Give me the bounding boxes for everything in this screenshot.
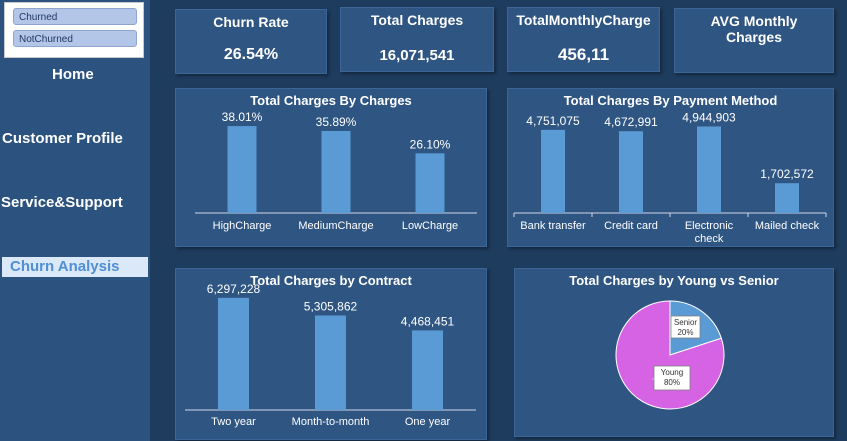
category-label-mediumcharge: MediumCharge — [298, 220, 373, 232]
bar-highcharge — [227, 126, 257, 213]
chart-card-young-senior: Total Charges by Young vs Senior Senior 2… — [514, 268, 834, 437]
pie-label-name-senior: Senior — [674, 318, 697, 327]
pie-label-value-young: 80% — [664, 378, 680, 387]
bar-two-year — [218, 297, 249, 410]
kpi-churn-rate-value: 26.54% — [223, 46, 279, 63]
bar-mediumcharge — [321, 130, 351, 213]
churn-slicer: Churned NotChurned — [4, 2, 144, 58]
kpi-churn-rate-title: Churn Rate — [213, 14, 289, 30]
chart-card-by-charges: Total Charges By Charges 38.01% HighCharg… — [175, 88, 487, 247]
nav-home[interactable]: Home — [52, 66, 94, 83]
chart-young-senior: Senior20% Young80% — [615, 300, 725, 410]
nav-churn-analysis[interactable]: Churn Analysis — [2, 257, 148, 277]
chart-card-by-payment: Total Charges By Payment Method 4,751,07… — [507, 88, 834, 247]
data-label-two-year: 6,297,228 — [207, 282, 261, 296]
slicer-item-notchurned[interactable]: NotChurned — [13, 30, 137, 47]
data-label-month-to-month: 5,305,862 — [304, 299, 358, 313]
slicer-item-churned[interactable]: Churned — [13, 8, 137, 25]
data-label-electronic-check: 4,944,903 — [682, 110, 736, 124]
chart-by-charges: 38.01% HighCharge 35.89% MediumCharge 26.10%… — [195, 110, 477, 232]
data-label-lowcharge: 26.10% — [410, 137, 451, 151]
bar-lowcharge — [415, 153, 445, 213]
bar-month-to-month — [315, 315, 346, 410]
bar-bank-transfer — [541, 129, 565, 213]
bar-electronic-check — [697, 126, 721, 213]
pie-label-name-young: Young — [661, 368, 683, 377]
kpi-card-total-monthly-charge: TotalMonthlyCharge 456,11 — [507, 7, 660, 72]
kpi-card-avg-monthly-charges: AVG Monthly Charges — [674, 8, 834, 73]
kpi-avg-monthly-title-line2: Charges — [725, 29, 783, 45]
category-label-electronic-check: check — [695, 233, 724, 245]
nav-service-support[interactable]: Service&Support — [1, 194, 123, 211]
pie-label-value-senior: 20% — [677, 328, 693, 337]
kpi-card-churn-rate: Churn Rate 26.54% — [175, 9, 327, 74]
category-label-lowcharge: LowCharge — [402, 220, 458, 232]
data-label-mailed-check: 1,702,572 — [760, 167, 814, 181]
sidebar: Churned NotChurned Home Customer Profile… — [0, 0, 150, 441]
data-label-credit-card: 4,672,991 — [604, 115, 658, 129]
bar-mailed-check — [775, 183, 799, 213]
chart-by-contract: 6,297,228 Two year 5,305,862 Month-to-month… — [185, 282, 476, 428]
kpi-total-monthly-charge-value: 456,11 — [557, 45, 610, 64]
data-label-highcharge: 38.01% — [222, 110, 263, 124]
category-label-bank-transfer: Bank transfer — [520, 220, 586, 232]
category-label-one-year: One year — [405, 416, 451, 428]
chart-card-by-contract: Total Charges by Contract 6,297,228 Two y… — [175, 268, 487, 440]
category-label-electronic-check: Electronic — [685, 220, 734, 232]
bar-credit-card — [619, 131, 643, 213]
category-label-month-to-month: Month-to-month — [292, 416, 370, 428]
nav-customer-profile[interactable]: Customer Profile — [2, 130, 123, 147]
category-label-mailed-check: Mailed check — [755, 220, 820, 232]
kpi-card-total-charges: Total Charges 16,071,541 — [340, 7, 494, 72]
pie-slices — [615, 300, 725, 410]
kpi-total-monthly-charge-title: TotalMonthlyCharge — [516, 12, 651, 28]
data-label-bank-transfer: 4,751,075 — [526, 114, 580, 128]
chart-by-payment: 4,751,075 Bank transfer 4,672,991 Credit ca… — [513, 110, 827, 245]
kpi-total-charges-title: Total Charges — [370, 12, 464, 28]
bar-one-year — [412, 330, 443, 410]
category-label-highcharge: HighCharge — [213, 220, 272, 232]
data-label-one-year: 4,468,451 — [401, 314, 455, 328]
kpi-total-charges-value: 16,071,541 — [379, 47, 455, 64]
category-label-two-year: Two year — [211, 416, 256, 428]
data-label-mediumcharge: 35.89% — [316, 115, 357, 129]
kpi-avg-monthly-title-line1: AVG Monthly — [710, 13, 798, 29]
category-label-credit-card: Credit card — [604, 220, 658, 232]
